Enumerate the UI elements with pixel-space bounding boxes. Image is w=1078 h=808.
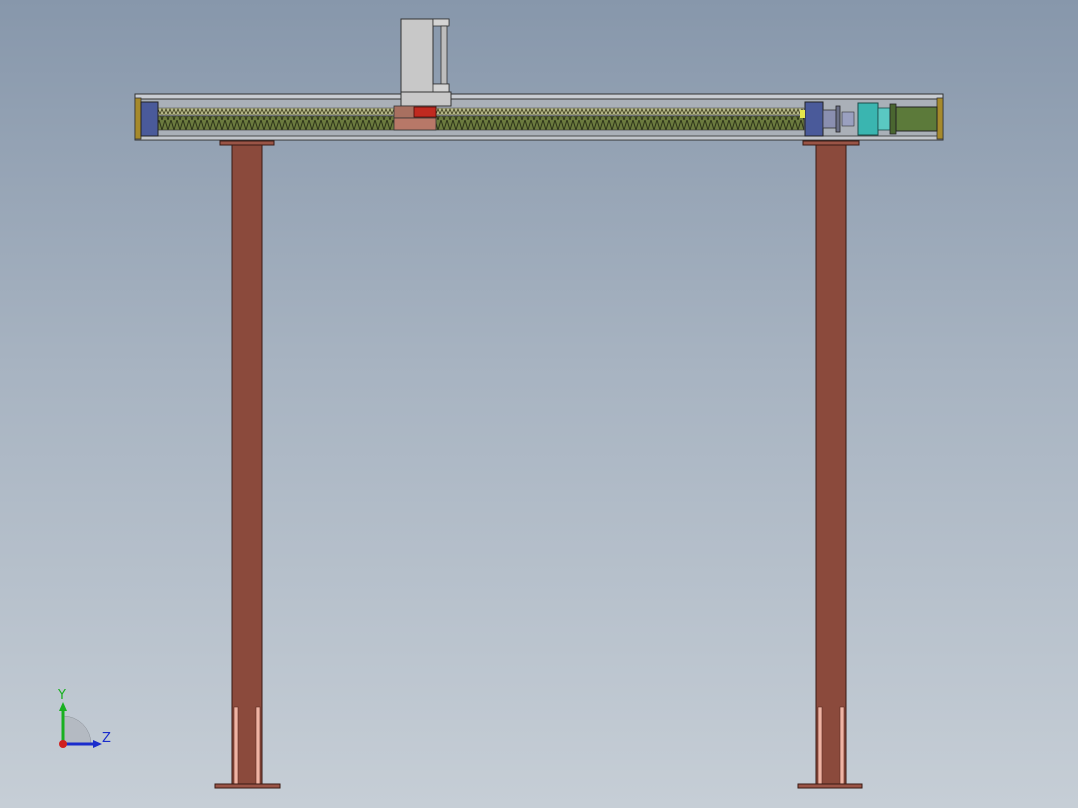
motor-flange <box>889 103 897 135</box>
right-leg-insert-left <box>817 706 823 786</box>
beam-top-cover <box>134 93 944 100</box>
carriage-upright-notch-top <box>432 18 450 27</box>
z-axis-arrowhead <box>93 740 102 748</box>
left-leg-insert-right <box>255 706 261 786</box>
carriage-upright-rail <box>440 25 448 85</box>
right-end-cap <box>936 97 944 140</box>
right-leg-column <box>815 144 847 786</box>
coupling-neck <box>877 107 891 131</box>
yellow-stop <box>800 110 805 118</box>
left-end-cap <box>134 97 142 140</box>
y-axis-arrowhead <box>59 702 67 711</box>
right-leg[interactable] <box>797 140 863 789</box>
triad-quarter-disc <box>62 715 92 745</box>
carriage-red-block <box>413 106 437 118</box>
beam-bottom-edge <box>134 135 944 141</box>
left-leg-column <box>231 144 263 786</box>
x-axis-dot <box>59 740 67 748</box>
rack-strip <box>157 107 805 116</box>
linear-beam[interactable] <box>134 93 944 141</box>
carriage-upright-notch-bottom <box>432 83 450 93</box>
right-leg-insert-right <box>839 706 845 786</box>
left-leg-top-plate <box>219 140 275 146</box>
left-leg-insert-left <box>233 706 239 786</box>
right-leg-foot-plate <box>797 783 863 789</box>
left-bearing-block <box>140 101 159 137</box>
carriage-plate <box>400 91 452 107</box>
carriage-lower-block <box>393 117 437 131</box>
gantry-model[interactable] <box>0 0 1078 808</box>
coupling <box>857 102 879 136</box>
right-bearing-block <box>804 101 824 137</box>
shaft-segment <box>822 109 838 129</box>
shaft-collar <box>835 105 841 133</box>
left-leg[interactable] <box>214 140 281 789</box>
left-leg-foot-plate <box>214 783 281 789</box>
ball-screw <box>157 115 805 131</box>
shaft-spacer <box>841 111 855 127</box>
right-leg-top-plate <box>802 140 860 146</box>
triad-y-label: Y <box>58 688 66 703</box>
triad-z-label: Z <box>102 731 111 746</box>
coordinate-triad <box>59 702 102 748</box>
cad-viewport[interactable]: Y Z <box>0 0 1078 808</box>
servo-motor <box>895 106 938 132</box>
